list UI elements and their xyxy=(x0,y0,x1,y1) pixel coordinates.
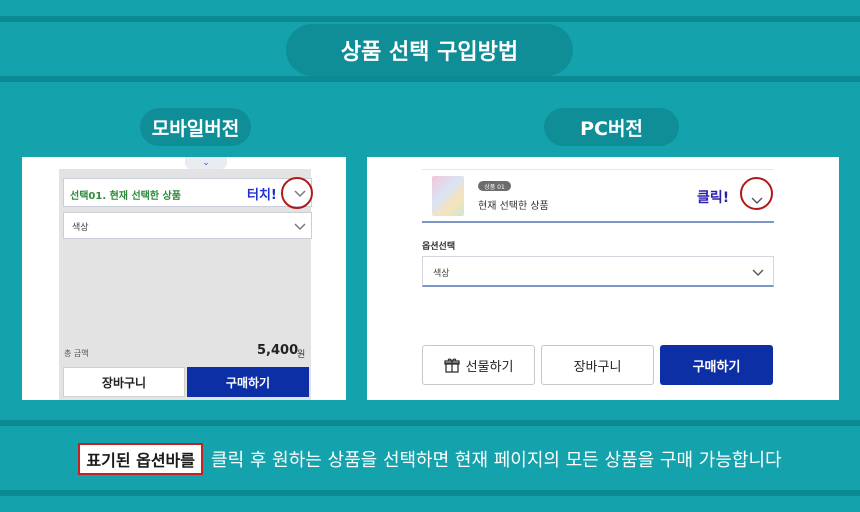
color-select-label: 색상 xyxy=(72,223,89,233)
click-hint: 클릭! xyxy=(697,190,730,206)
color-select-label: 색상 xyxy=(433,269,450,279)
highlight-circle xyxy=(281,177,313,209)
product-badge: 상품 01 xyxy=(478,181,511,191)
mobile-preview: ⌄ 선택01. 현재 선택한 상품 터치! 색상 총 금액 5,400 원 장바… xyxy=(22,157,346,400)
pc-cart-button[interactable]: 장바구니 xyxy=(541,345,654,385)
gift-icon xyxy=(443,358,460,373)
page: { "header": { "title": "상품 선택 구입방법" }, "… xyxy=(0,0,860,512)
gift-button-label: 선물하기 xyxy=(465,359,514,375)
touch-hint: 터치! xyxy=(247,188,277,203)
pc-color-select[interactable]: 색상 xyxy=(422,256,774,287)
mobile-option-selector[interactable]: 선택01. 현재 선택한 상품 터치! xyxy=(63,178,312,207)
pc-option-selector[interactable]: 상품 01 현재 선택한 상품 클릭! xyxy=(422,169,774,223)
instruction-rest: 클릭 후 원하는 상품을 선택하면 현재 페이지의 모든 상품을 구매 가능합니… xyxy=(211,450,782,471)
option-section-label: 옵션선택 xyxy=(422,242,456,252)
highlight-circle xyxy=(740,177,773,210)
top-stripe xyxy=(0,16,860,22)
chevron-down-icon xyxy=(752,269,764,276)
chevron-down-icon: ⌄ xyxy=(202,158,210,168)
instruction-text: 표기된 옵션바를 클릭 후 원하는 상품을 선택하면 현재 페이지의 모든 상품… xyxy=(0,442,860,476)
total-label: 총 금액 xyxy=(64,349,89,358)
product-name: 현재 선택한 상품 xyxy=(478,201,549,212)
header-bottom-stripe xyxy=(0,76,860,82)
pc-buy-button[interactable]: 구매하기 xyxy=(660,345,773,385)
page-title: 상품 선택 구입방법 xyxy=(286,24,573,76)
total-unit: 원 xyxy=(297,350,306,360)
mobile-section-label: 모바일버전 xyxy=(140,108,251,146)
footer-top-stripe xyxy=(0,420,860,426)
total-amount: 5,400 xyxy=(257,343,299,358)
chevron-down-icon xyxy=(294,223,306,231)
mobile-cart-button[interactable]: 장바구니 xyxy=(63,367,185,397)
pc-preview: 상품 01 현재 선택한 상품 클릭! 옵션선택 색상 선물하기 장바구니 구매… xyxy=(367,157,839,400)
product-thumbnail xyxy=(432,176,464,216)
mobile-color-select[interactable]: 색상 xyxy=(63,212,312,239)
gift-button[interactable]: 선물하기 xyxy=(422,345,535,385)
mobile-buy-button[interactable]: 구매하기 xyxy=(187,367,309,397)
footer-bottom-stripe xyxy=(0,490,860,496)
mobile-option-label: 선택01. 현재 선택한 상품 xyxy=(70,191,181,202)
instruction-highlight: 표기된 옵션바를 xyxy=(78,443,204,475)
pc-section-label: PC버전 xyxy=(544,108,679,146)
